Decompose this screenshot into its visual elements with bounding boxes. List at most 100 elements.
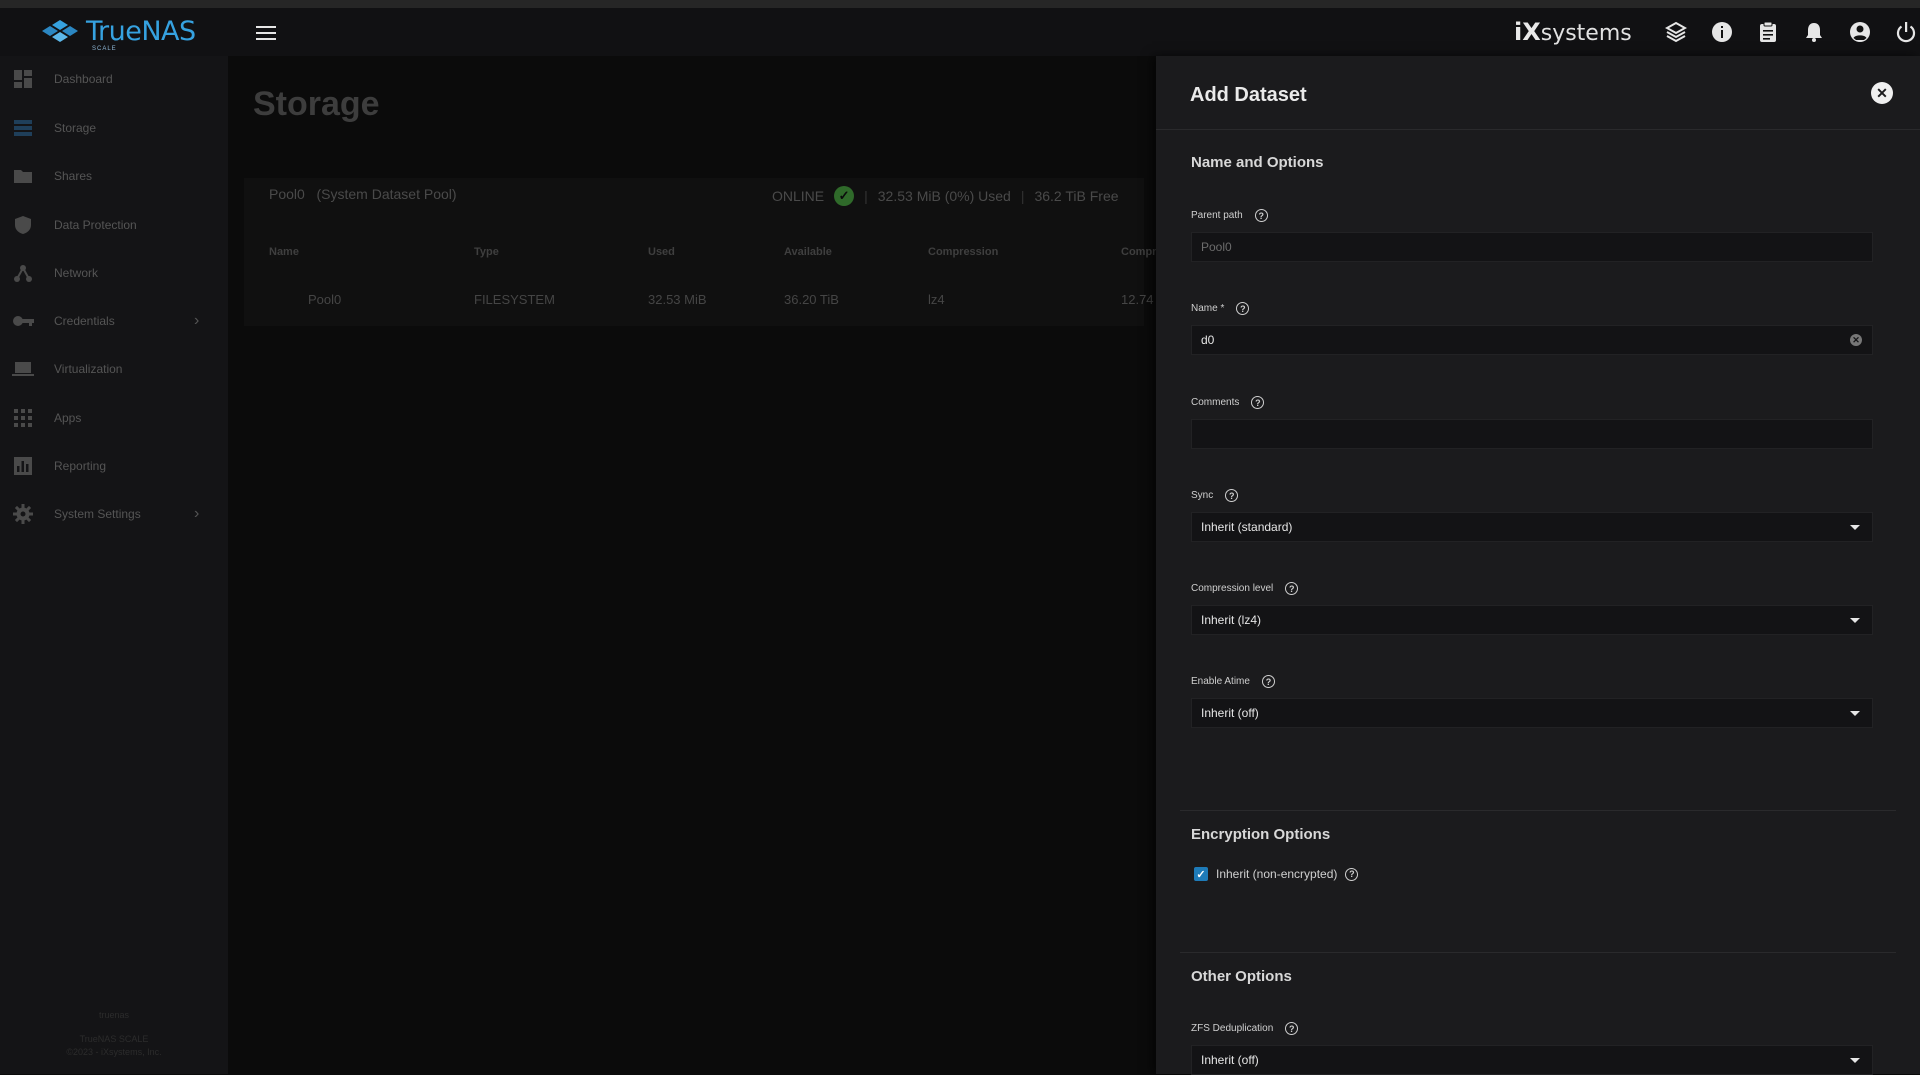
- pool-name: Pool0: [269, 186, 305, 202]
- parent-path-label-text: Parent path: [1191, 210, 1243, 221]
- compression-select[interactable]: Inherit (lz4): [1191, 605, 1873, 635]
- comments-label-text: Comments: [1191, 397, 1240, 408]
- separator: |: [864, 188, 868, 204]
- sync-selected-value: Inherit (standard): [1201, 520, 1293, 534]
- comments-label: Comments ?: [1191, 396, 1265, 409]
- pool-used: 32.53 MiB (0%) Used: [877, 188, 1011, 204]
- sidebar-item-label: Shares: [54, 169, 93, 183]
- close-icon[interactable]: ✕: [1871, 82, 1893, 104]
- comments-field[interactable]: [1191, 419, 1873, 449]
- dedup-select[interactable]: Inherit (off): [1191, 1045, 1873, 1075]
- column-header-name[interactable]: Name: [269, 246, 299, 258]
- column-header-compression-ratio[interactable]: Compr: [1121, 246, 1156, 258]
- sync-label-text: Sync: [1191, 490, 1214, 501]
- comments-input[interactable]: [1201, 427, 1841, 441]
- info-icon[interactable]: [1710, 20, 1734, 44]
- clear-icon[interactable]: ✕: [1850, 334, 1862, 346]
- sidebar-item-network[interactable]: Network: [0, 253, 228, 293]
- atime-select[interactable]: Inherit (off): [1191, 698, 1873, 728]
- shares-icon: [12, 165, 34, 187]
- clipboard-icon[interactable]: [1756, 20, 1780, 44]
- chart-icon: [12, 455, 34, 477]
- divider: [1180, 952, 1896, 953]
- dedup-selected-value: Inherit (off): [1201, 1053, 1259, 1067]
- section-encryption-options: Encryption Options: [1191, 826, 1331, 843]
- sidebar-item-label: Data Protection: [54, 218, 137, 232]
- footer-hostname: truenas: [98, 1010, 130, 1020]
- truecommand-icon[interactable]: [1664, 20, 1688, 44]
- sidebar-item-label: Storage: [54, 121, 97, 135]
- panel-title: Add Dataset: [1190, 84, 1307, 106]
- sidebar-item-label: Apps: [54, 411, 82, 425]
- divider: [1156, 129, 1920, 130]
- table-cell-available: 36.20 TiB: [784, 292, 839, 307]
- sidebar-item-system-settings[interactable]: System Settings ›: [0, 494, 228, 534]
- pool-free: 36.2 TiB Free: [1034, 188, 1119, 204]
- top-bar: TrueNAS SCALE iXsystems: [0, 8, 1920, 56]
- column-header-used[interactable]: Used: [648, 246, 675, 258]
- help-icon[interactable]: ?: [1225, 489, 1239, 502]
- help-icon[interactable]: ?: [1251, 396, 1265, 409]
- sidebar-item-reporting[interactable]: Reporting: [0, 446, 228, 486]
- inherit-encryption-checkbox[interactable]: ✓: [1194, 867, 1208, 881]
- network-icon: [12, 262, 34, 284]
- truenas-logo-icon: [42, 19, 78, 42]
- sidebar-item-label: Network: [54, 266, 99, 280]
- sync-label: Sync ?: [1191, 489, 1239, 502]
- help-icon[interactable]: ?: [1285, 1022, 1299, 1035]
- name-label: Name * ?: [1191, 302, 1250, 315]
- shield-icon: [12, 214, 34, 236]
- table-cell-name[interactable]: Pool0: [308, 292, 341, 307]
- help-icon[interactable]: ?: [1261, 675, 1275, 688]
- compression-label: Compression level ?: [1191, 582, 1299, 595]
- divider: [1180, 810, 1896, 811]
- atime-label-text: Enable Atime: [1191, 676, 1250, 687]
- ixsystems-logo[interactable]: iXsystems: [1514, 18, 1632, 46]
- power-icon[interactable]: [1894, 20, 1918, 44]
- add-dataset-panel: Add Dataset ✕ Name and Options Parent pa…: [1156, 56, 1920, 1075]
- dashboard-icon: [12, 68, 34, 90]
- parent-path-field[interactable]: [1191, 232, 1873, 262]
- dedup-label-text: ZFS Deduplication: [1191, 1023, 1274, 1034]
- logo-subtext: SCALE: [92, 46, 117, 52]
- sidebar: Dashboard Storage Shares Data Protection…: [0, 56, 228, 1074]
- gear-icon: [12, 503, 34, 525]
- name-label-text: Name *: [1191, 303, 1225, 314]
- parent-path-input[interactable]: [1201, 240, 1841, 254]
- encryption-inherit-row: ✓ Inherit (non-encrypted) ?: [1194, 867, 1359, 881]
- pool-role: (System Dataset Pool): [316, 186, 457, 202]
- sync-select[interactable]: Inherit (standard): [1191, 512, 1873, 542]
- dedup-label: ZFS Deduplication ?: [1191, 1022, 1299, 1035]
- help-icon[interactable]: ?: [1254, 209, 1268, 222]
- column-header-type[interactable]: Type: [474, 246, 499, 258]
- sidebar-item-storage[interactable]: Storage: [0, 108, 228, 148]
- sidebar-item-virtualization[interactable]: Virtualization: [0, 349, 228, 389]
- caret-down-icon: [1850, 618, 1860, 623]
- help-icon[interactable]: ?: [1285, 582, 1299, 595]
- sidebar-item-apps[interactable]: Apps: [0, 398, 228, 438]
- sidebar-item-shares[interactable]: Shares: [0, 156, 228, 196]
- bell-icon[interactable]: [1802, 20, 1826, 44]
- truenas-logo[interactable]: TrueNAS SCALE: [40, 16, 196, 52]
- footer-product: TrueNAS SCALE: [79, 1034, 149, 1044]
- pool-heading: Pool0 (System Dataset Pool): [269, 186, 457, 202]
- sidebar-item-data-protection[interactable]: Data Protection: [0, 205, 228, 245]
- pool-state: ONLINE: [772, 188, 825, 204]
- name-input[interactable]: [1201, 333, 1841, 347]
- table-cell-type: FILESYSTEM: [474, 292, 555, 307]
- atime-selected-value: Inherit (off): [1201, 706, 1259, 720]
- key-icon: [12, 310, 34, 332]
- hamburger-icon[interactable]: [256, 22, 276, 42]
- account-icon[interactable]: [1848, 20, 1872, 44]
- help-icon[interactable]: ?: [1345, 867, 1359, 881]
- column-header-available[interactable]: Available: [784, 246, 832, 258]
- sidebar-item-label: Reporting: [54, 459, 107, 473]
- storage-icon: [12, 117, 34, 139]
- help-icon[interactable]: ?: [1236, 302, 1250, 315]
- sidebar-item-dashboard[interactable]: Dashboard: [0, 59, 228, 99]
- sidebar-item-credentials[interactable]: Credentials ›: [0, 301, 228, 341]
- inherit-encryption-label[interactable]: Inherit (non-encrypted): [1216, 867, 1337, 881]
- column-header-compression[interactable]: Compression: [928, 246, 998, 258]
- table-cell-compression: lz4: [928, 292, 945, 307]
- name-field[interactable]: ✕: [1191, 325, 1873, 355]
